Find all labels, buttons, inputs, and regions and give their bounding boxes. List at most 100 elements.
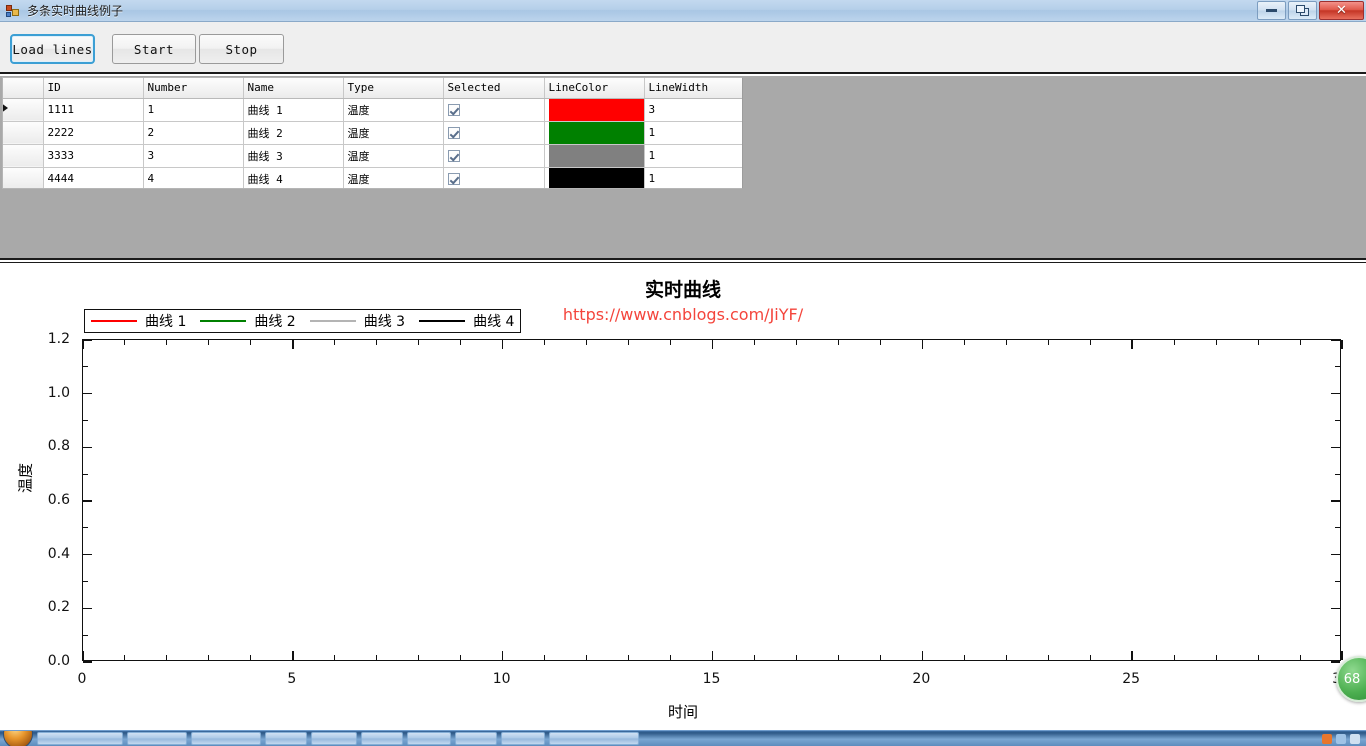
cell-id[interactable]: 1111 (43, 98, 144, 122)
tray-icon[interactable] (1336, 733, 1346, 744)
column-header-id[interactable]: ID (43, 78, 144, 99)
taskbar-item[interactable] (191, 732, 261, 745)
taskbar-item[interactable] (311, 732, 357, 745)
color-swatch (548, 98, 643, 120)
cell-id[interactable]: 2222 (43, 121, 144, 145)
row-selector[interactable] (3, 121, 44, 145)
legend-label: 曲线 2 (254, 314, 296, 330)
windows-taskbar (0, 730, 1366, 746)
cell-linewidth[interactable]: 3 (644, 98, 742, 122)
cell-selected[interactable] (443, 121, 545, 145)
load-lines-button[interactable]: Load lines (10, 34, 95, 64)
legend-item[interactable]: 曲线 1 (91, 311, 186, 331)
cell-selected[interactable] (443, 167, 545, 188)
cell-id[interactable]: 4444 (43, 167, 144, 188)
cell-number[interactable]: 3 (143, 144, 244, 168)
legend-item[interactable]: 曲线 2 (200, 311, 296, 331)
cell-selected[interactable] (443, 144, 545, 168)
cell-name[interactable]: 曲线 3 (243, 144, 344, 168)
cell-linecolor[interactable] (544, 98, 645, 122)
column-header-linecolor[interactable]: LineColor (544, 78, 645, 99)
taskbar-item[interactable] (265, 732, 307, 745)
cell-linewidth[interactable]: 1 (644, 144, 742, 168)
close-button[interactable]: ✕ (1319, 1, 1364, 20)
minimize-icon (1266, 9, 1277, 12)
legend-line-swatch (200, 320, 247, 322)
column-header-linewidth[interactable]: LineWidth (644, 78, 742, 99)
taskbar-item[interactable] (361, 732, 403, 745)
system-tray (1322, 733, 1366, 744)
table-header-row: ID Number Name Type Selected LineColor L… (3, 78, 742, 99)
taskbar-item[interactable] (549, 732, 639, 745)
toolbar: Load lines Start Stop (0, 22, 1366, 74)
row-selector[interactable] (3, 167, 44, 188)
x-axis-title: 时间 (667, 703, 698, 721)
checkbox-checked-icon[interactable] (447, 104, 460, 116)
x-axis-tick-label: 10 (492, 671, 511, 687)
x-axis-tick-label: 25 (1122, 671, 1141, 687)
y-axis-title: 温度 (16, 462, 35, 494)
table-row[interactable]: 2222 2 曲线 2 温度 1 (3, 121, 742, 145)
color-swatch (548, 121, 643, 143)
cell-name[interactable]: 曲线 4 (243, 167, 344, 188)
checkbox-checked-icon[interactable] (447, 150, 460, 162)
row-selector[interactable] (3, 144, 44, 168)
cell-type[interactable]: 温度 (343, 121, 444, 145)
table-row[interactable]: 4444 4 曲线 4 温度 1 (3, 167, 742, 188)
cell-number[interactable]: 2 (143, 121, 244, 145)
tray-icon[interactable] (1322, 733, 1332, 744)
checkbox-checked-icon[interactable] (447, 173, 460, 185)
cell-id[interactable]: 3333 (43, 144, 144, 168)
row-selector[interactable] (3, 98, 44, 122)
stop-button[interactable]: Stop (199, 34, 284, 64)
table-row[interactable]: 3333 3 曲线 3 温度 1 (3, 144, 742, 168)
x-axis-tick-label: 0 (77, 671, 87, 687)
taskbar-item[interactable] (501, 732, 545, 745)
cell-linewidth[interactable]: 1 (644, 167, 742, 188)
legend-label: 曲线 4 (473, 314, 515, 330)
cell-type[interactable]: 温度 (343, 98, 444, 122)
cell-number[interactable]: 4 (143, 167, 244, 188)
cell-name[interactable]: 曲线 1 (243, 98, 344, 122)
grid-panel: ID Number Name Type Selected LineColor L… (0, 76, 1366, 260)
column-header-name[interactable]: Name (243, 78, 344, 99)
chart-legend: 曲线 1 曲线 2 曲线 3 曲线 4 (84, 309, 522, 333)
cell-linewidth[interactable]: 1 (644, 121, 742, 145)
cell-type[interactable]: 温度 (343, 144, 444, 168)
column-header-rowselector[interactable] (3, 78, 44, 99)
taskbar-item[interactable] (407, 732, 451, 745)
taskbar-item[interactable] (127, 732, 187, 745)
cell-selected[interactable] (443, 98, 545, 122)
start-button-icon[interactable] (3, 731, 33, 746)
cell-type[interactable]: 温度 (343, 167, 444, 188)
start-button[interactable]: Start (112, 34, 196, 64)
taskbar-item[interactable] (37, 732, 123, 745)
cell-linecolor[interactable] (544, 167, 645, 188)
taskbar-item[interactable] (455, 732, 497, 745)
legend-label: 曲线 1 (145, 314, 187, 330)
minimize-button[interactable] (1257, 1, 1286, 20)
column-header-selected[interactable]: Selected (443, 78, 545, 99)
window-controls: ✕ (1257, 1, 1364, 20)
badge-value: 68 (1343, 671, 1361, 687)
checkbox-checked-icon[interactable] (447, 127, 460, 139)
legend-item[interactable]: 曲线 4 (419, 311, 514, 331)
maximize-icon (1296, 5, 1309, 16)
lines-data-grid[interactable]: ID Number Name Type Selected LineColor L… (2, 77, 743, 189)
column-header-number[interactable]: Number (143, 78, 244, 99)
table-row[interactable]: 1111 1 曲线 1 温度 3 (3, 98, 742, 122)
x-axis-tick-labels: 051015202530 (0, 263, 1366, 730)
cell-linecolor[interactable] (544, 121, 645, 145)
x-axis-tick-label: 15 (702, 671, 721, 687)
cell-name[interactable]: 曲线 2 (243, 121, 344, 145)
x-axis-tick-label: 20 (912, 671, 931, 687)
app-icon (5, 3, 21, 19)
cell-number[interactable]: 1 (143, 98, 244, 122)
maximize-button[interactable] (1288, 1, 1317, 20)
legend-item[interactable]: 曲线 3 (309, 311, 406, 331)
cell-linecolor[interactable] (544, 144, 645, 168)
tray-icon[interactable] (1350, 733, 1360, 744)
column-header-type[interactable]: Type (343, 78, 444, 99)
legend-label: 曲线 3 (363, 314, 406, 330)
chart-panel: 实时曲线 https://www.cnblogs.com/JiYF/ 曲线 1 … (0, 262, 1366, 730)
